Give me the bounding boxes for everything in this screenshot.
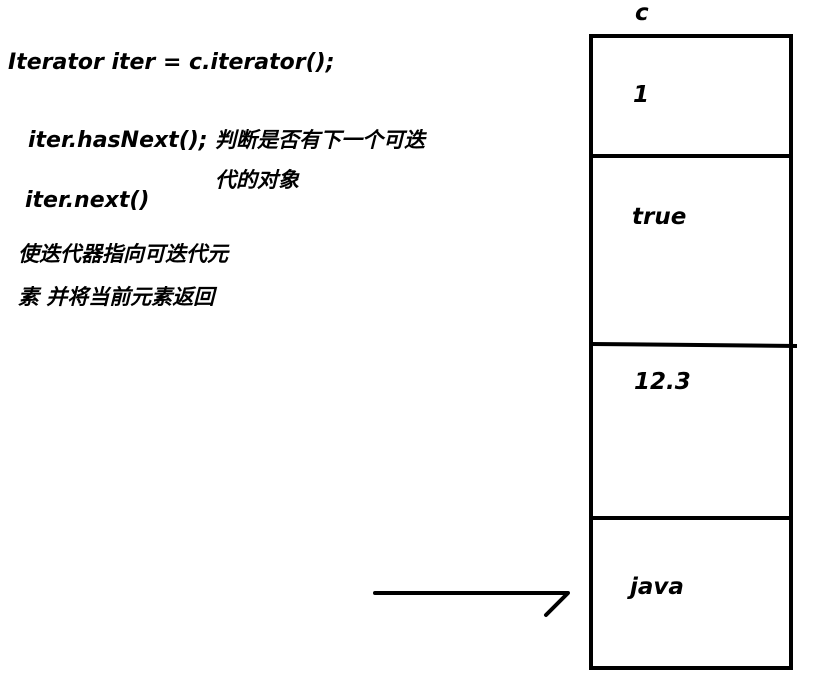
collection-item-3: 12.3 xyxy=(634,369,691,395)
cell-divider-2 xyxy=(590,342,798,348)
collection-item-2: true xyxy=(632,204,687,230)
collection-item-4: java xyxy=(630,574,684,600)
collection-label: c xyxy=(635,0,649,26)
collection-item-1: 1 xyxy=(633,82,650,108)
iterator-pointer-arrow xyxy=(373,591,570,617)
collection-diagram xyxy=(373,34,798,670)
collection-box xyxy=(589,34,793,670)
